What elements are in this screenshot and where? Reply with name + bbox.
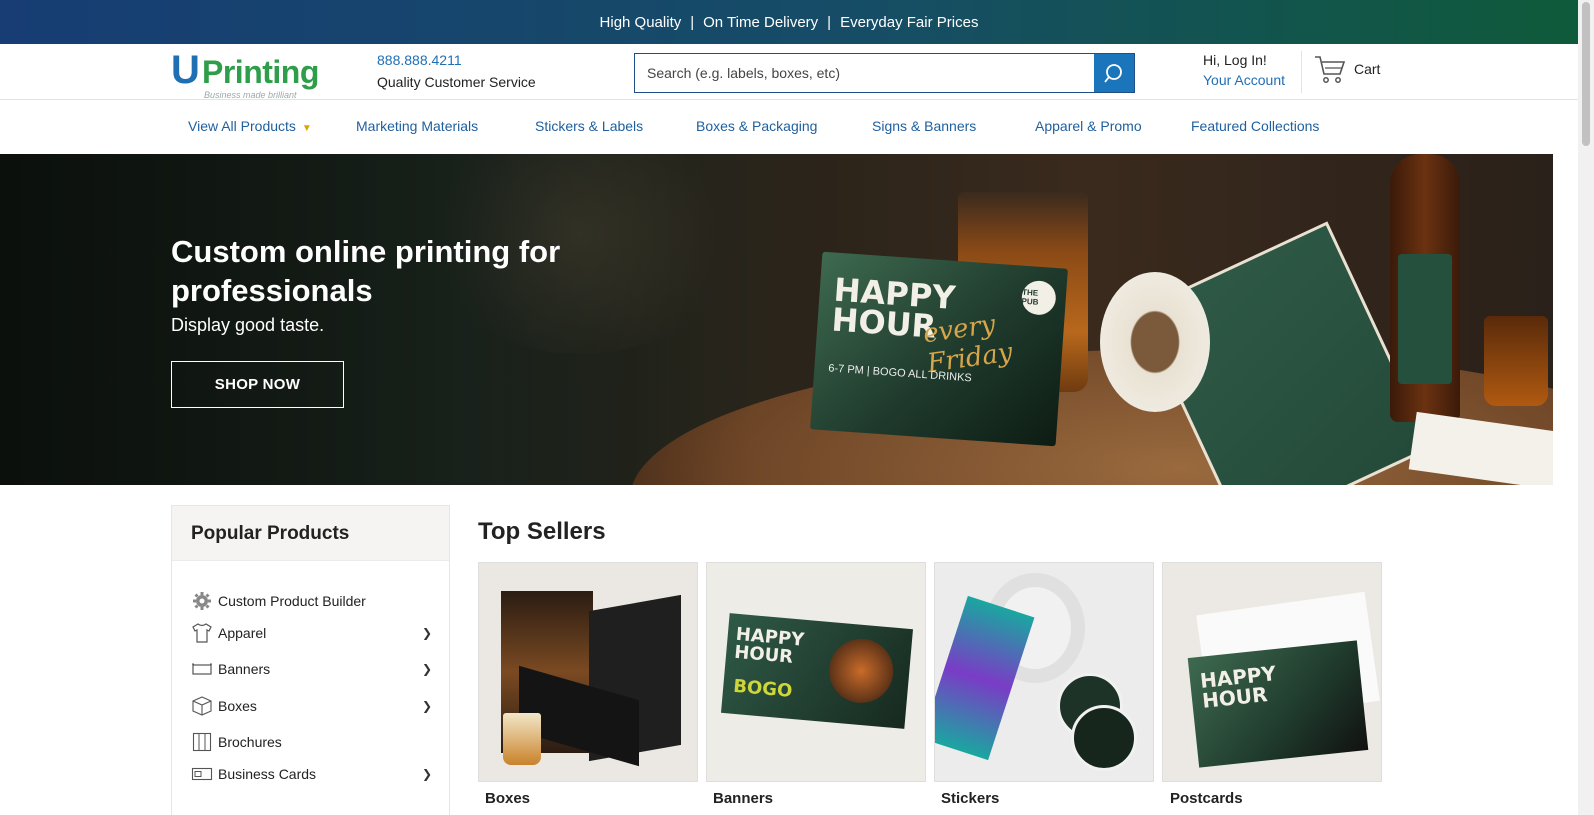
popular-item-brochures[interactable]: Brochures — [191, 731, 436, 753]
cart-label: Cart — [1354, 61, 1381, 77]
promo-delivery: On Time Delivery — [703, 13, 819, 31]
promo-prices: Everyday Fair Prices — [840, 13, 979, 31]
business-card-icon — [191, 763, 213, 785]
top-seller-boxes-image[interactable] — [478, 562, 698, 782]
promo-bar: High Quality | On Time Delivery | Everyd… — [0, 0, 1578, 44]
nav-label: View All Products — [188, 118, 296, 134]
chevron-right-icon: ❯ — [421, 699, 432, 713]
top-sellers-title: Top Sellers — [478, 518, 606, 545]
nav-apparel-promo[interactable]: Apparel & Promo — [1035, 118, 1142, 134]
site-header: U Printing Business made brilliant 888.8… — [0, 44, 1578, 100]
popular-item-label: Apparel — [218, 625, 267, 641]
search-icon — [1104, 64, 1122, 83]
popular-item-custom-product-builder[interactable]: Custom Product Builder — [191, 590, 436, 612]
top-seller-banners-label[interactable]: Banners — [713, 790, 773, 807]
top-seller-banners-image[interactable]: HAPPY HOUR BOGO — [706, 562, 926, 782]
search-button[interactable] — [1094, 54, 1134, 92]
chevron-right-icon: ❯ — [421, 662, 432, 676]
promo-separator: | — [827, 13, 832, 31]
page-scrollbar[interactable] — [1578, 0, 1594, 815]
banner-icon — [191, 658, 213, 680]
hero-overlay — [0, 154, 760, 485]
popular-item-apparel[interactable]: Apparel ❯ — [191, 622, 436, 644]
popular-item-label: Business Cards — [218, 766, 317, 782]
logo-tagline: Business made brilliant — [204, 90, 297, 100]
popular-item-business-cards[interactable]: Business Cards ❯ — [191, 763, 436, 785]
uprinting-logo[interactable]: U Printing Business made brilliant — [171, 48, 341, 100]
customer-service-text: Quality Customer Service — [377, 74, 536, 90]
gear-icon — [191, 590, 213, 612]
top-seller-stickers-label[interactable]: Stickers — [941, 790, 999, 807]
phone-link[interactable]: 888.888.4211 — [377, 52, 462, 68]
cup-image — [1484, 316, 1548, 406]
hero-title: Custom online printing for professionals — [171, 234, 561, 308]
box-icon — [191, 695, 213, 717]
label-roll-image — [1100, 272, 1210, 412]
top-seller-boxes-label[interactable]: Boxes — [485, 790, 530, 807]
chevron-right-icon: ❯ — [421, 626, 432, 640]
account-link[interactable]: Your Account — [1203, 72, 1285, 88]
bottle-image — [1390, 154, 1460, 422]
chevron-down-icon: ▼ — [301, 123, 312, 134]
nav-stickers-labels[interactable]: Stickers & Labels — [535, 118, 643, 134]
popular-item-label: Brochures — [218, 734, 282, 750]
nav-signs-banners[interactable]: Signs & Banners — [872, 118, 976, 134]
top-seller-postcards-label[interactable]: Postcards — [1170, 790, 1243, 807]
brochure-icon — [191, 731, 213, 753]
happy-hour-card-image: HAPPY HOUR every Friday 6-7 PM | BOGO ALL… — [810, 251, 1068, 447]
cart-icon — [1315, 56, 1346, 83]
login-link[interactable]: Hi, Log In! — [1203, 52, 1267, 68]
main-nav: View All Products ▼ Marketing Materials S… — [0, 101, 1578, 154]
logo-wordmark: Printing — [202, 54, 319, 90]
promo-separator: | — [690, 13, 695, 31]
shirt-icon — [191, 622, 213, 644]
header-divider — [1301, 51, 1302, 93]
shop-now-button[interactable]: SHOP NOW — [171, 361, 344, 408]
popular-item-boxes[interactable]: Boxes ❯ — [191, 695, 436, 717]
popular-products-panel: Popular Products Custom Product Builder … — [171, 505, 450, 815]
cart-button[interactable]: Cart — [1314, 54, 1380, 84]
search-bar — [634, 53, 1135, 93]
logo-u: U — [171, 48, 200, 92]
hero-subtitle: Display good taste. — [171, 315, 325, 335]
hero-banner: HAPPY HOUR every Friday 6-7 PM | BOGO ALL… — [0, 154, 1553, 485]
nav-marketing-materials[interactable]: Marketing Materials — [356, 118, 478, 134]
chevron-right-icon: ❯ — [421, 767, 432, 781]
nav-view-all-products[interactable]: View All Products ▼ — [188, 118, 312, 134]
popular-item-banners[interactable]: Banners ❯ — [191, 658, 436, 680]
popular-item-label: Boxes — [218, 698, 257, 714]
scrollbar-thumb[interactable] — [1582, 2, 1590, 146]
popular-item-label: Custom Product Builder — [218, 593, 366, 609]
nav-featured-collections[interactable]: Featured Collections — [1191, 118, 1319, 134]
nav-boxes-packaging[interactable]: Boxes & Packaging — [696, 118, 817, 134]
top-seller-stickers-image[interactable] — [934, 562, 1154, 782]
top-seller-postcards-image[interactable]: HAPPY HOUR — [1162, 562, 1382, 782]
bottle-label — [1398, 254, 1452, 384]
popular-products-title: Popular Products — [172, 506, 449, 561]
popular-item-label: Banners — [218, 661, 271, 677]
search-input[interactable] — [635, 54, 1094, 92]
promo-quality: High Quality — [599, 13, 682, 31]
